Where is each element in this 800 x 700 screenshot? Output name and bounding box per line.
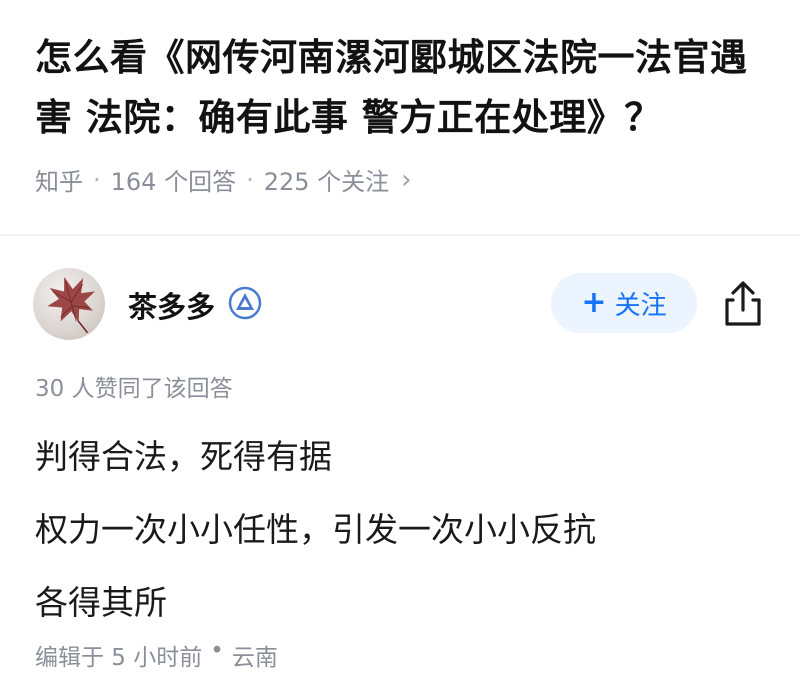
answer-count: 164 个回答 [110,168,237,196]
section-divider [0,234,800,236]
question-card[interactable]: 怎么看《网传河南漯河郾城区法院一法官遇害 法院：确有此事 警方正在处理》？ 知乎… [35,28,775,197]
author-name[interactable]: 茶多多 [128,284,215,326]
meta-separator: · [246,165,254,194]
edit-info: 编辑于 5 小时前 • 云南 [35,638,278,672]
avatar[interactable] [33,268,105,340]
answer-line: 各得其所 [35,583,167,622]
follow-button[interactable]: + 关注 [551,273,697,333]
follow-label: 关注 [614,290,667,321]
verified-badge-icon [228,286,262,320]
meta-separator: · [93,165,101,194]
edit-separator: • [210,638,224,664]
vote-summary: 30 人赞同了该回答 [35,376,233,402]
answer-line: 判得合法，死得有据 [35,437,332,476]
answer-line: 权力一次小小任性，引发一次小小反抗 [35,510,596,549]
edit-location: 云南 [231,645,278,671]
answer-content[interactable]: 判得合法，死得有据 权力一次小小任性，引发一次小小反抗 各得其所 [35,420,775,639]
answer-header: 茶多多 + 关注 [33,268,768,340]
chevron-right-icon[interactable]: › [401,165,411,195]
maple-leaf-icon [47,276,96,334]
follower-count: 225 个关注 [263,168,390,196]
question-title[interactable]: 怎么看《网传河南漯河郾城区法院一法官遇害 法院：确有此事 警方正在处理》？ [35,28,775,148]
share-icon[interactable] [721,280,765,328]
source-label: 知乎 [35,168,83,196]
edit-time: 编辑于 5 小时前 [35,645,203,671]
question-meta[interactable]: 知乎 · 164 个回答 · 225 个关注 › [35,162,775,197]
plus-icon: + [581,285,607,320]
